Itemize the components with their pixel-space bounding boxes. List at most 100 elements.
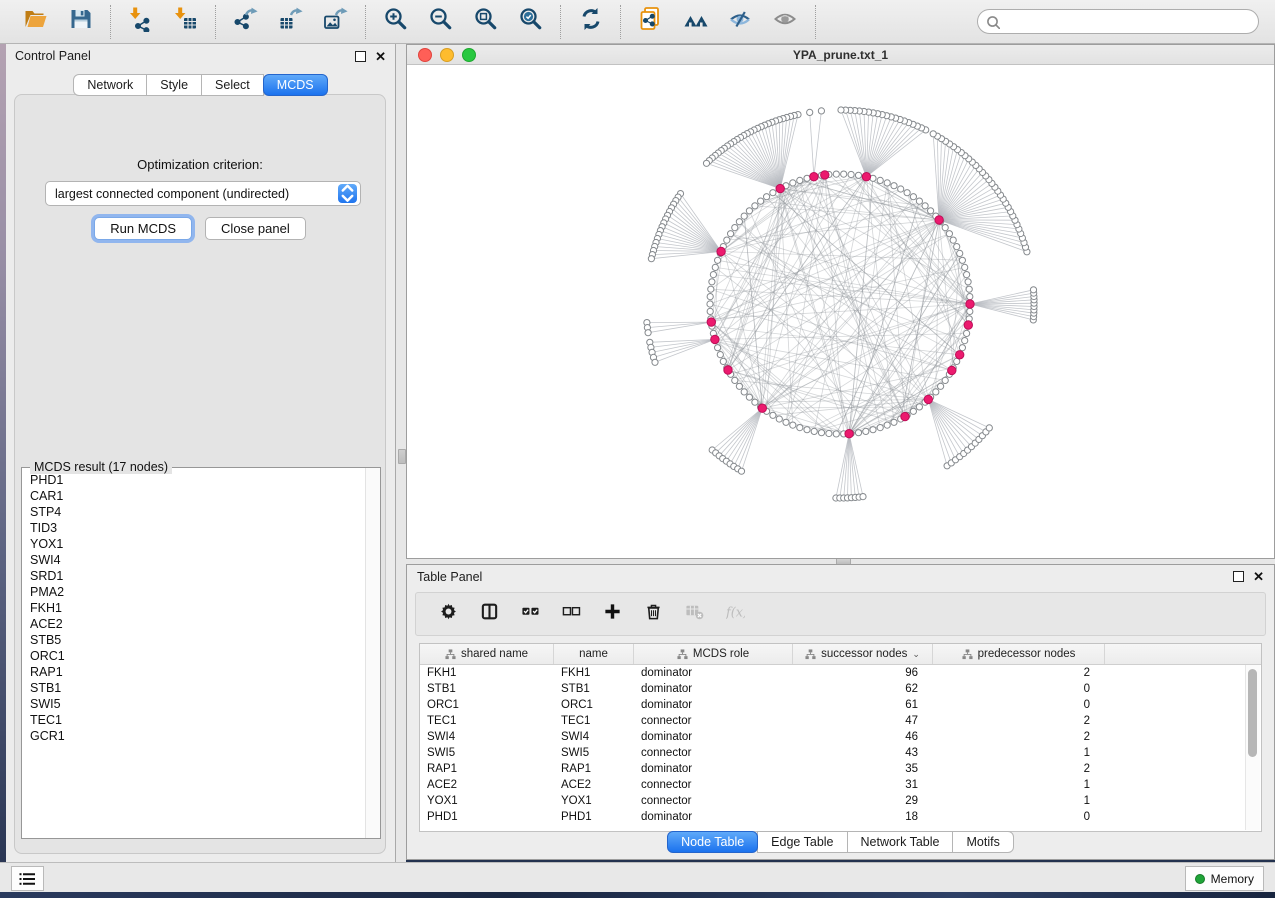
column-header-predecessor-nodes[interactable]: predecessor nodes (933, 644, 1105, 664)
tab-motifs[interactable]: Motifs (952, 831, 1013, 853)
mcds-result-scrollbar[interactable] (365, 468, 380, 838)
table-cell[interactable]: YOX1 (420, 795, 554, 807)
tab-select[interactable]: Select (201, 74, 264, 96)
table-row[interactable]: STB1STB1dominator620 (420, 681, 1261, 697)
mcds-result-item[interactable]: SWI4 (23, 552, 365, 568)
float-panel-icon[interactable] (355, 51, 366, 62)
table-row[interactable]: YOX1YOX1connector291 (420, 793, 1261, 809)
run-mcds-button[interactable]: Run MCDS (94, 217, 192, 240)
table-cell[interactable]: 46 (793, 731, 933, 743)
table-cell[interactable]: ORC1 (554, 699, 634, 711)
close-panel-icon[interactable]: ✕ (375, 52, 386, 61)
table-cell[interactable]: 0 (933, 699, 1105, 711)
column-header-shared-name[interactable]: shared name (420, 644, 554, 664)
table-cell[interactable]: FKH1 (554, 667, 634, 679)
export-network-button[interactable] (232, 8, 259, 35)
gear-button[interactable] (438, 604, 458, 624)
zoom-selected-button[interactable] (517, 8, 544, 35)
table-cell[interactable]: TEC1 (420, 715, 554, 727)
table-cell[interactable]: RAP1 (554, 763, 634, 775)
tab-mcds[interactable]: MCDS (263, 74, 328, 96)
table-cell[interactable]: dominator (634, 667, 793, 679)
delete-row-button[interactable] (643, 604, 663, 624)
table-cell[interactable]: ORC1 (420, 699, 554, 711)
mcds-result-item[interactable]: STB1 (23, 680, 365, 696)
table-cell[interactable]: 61 (793, 699, 933, 711)
table-row[interactable]: ORC1ORC1dominator610 (420, 697, 1261, 713)
mcds-result-item[interactable]: YOX1 (23, 536, 365, 552)
task-history-button[interactable] (11, 866, 44, 891)
network-window-titlebar[interactable]: YPA_prune.txt_1 (407, 45, 1274, 65)
table-row[interactable]: FKH1FKH1dominator962 (420, 665, 1261, 681)
open-session-button[interactable] (22, 8, 49, 35)
table-cell[interactable]: ACE2 (554, 779, 634, 791)
show-columns-button[interactable] (479, 604, 499, 624)
memory-button[interactable]: Memory (1185, 866, 1264, 891)
table-row[interactable]: TEC1TEC1connector472 (420, 713, 1261, 729)
column-header-name[interactable]: name (554, 644, 634, 664)
mcds-result-item[interactable]: CAR1 (23, 488, 365, 504)
criterion-dropdown[interactable]: largest connected component (undirected) (45, 181, 361, 206)
table-cell[interactable]: 29 (793, 795, 933, 807)
table-cell[interactable]: STB1 (420, 683, 554, 695)
table-cell[interactable]: connector (634, 747, 793, 759)
mcds-result-item[interactable]: STB5 (23, 632, 365, 648)
hide-graphics-button[interactable] (727, 8, 754, 35)
table-cell[interactable]: 2 (933, 715, 1105, 727)
table-cell[interactable]: SWI5 (420, 747, 554, 759)
table-cell[interactable]: FKH1 (420, 667, 554, 679)
table-cell[interactable]: 0 (933, 683, 1105, 695)
minimize-window-icon[interactable] (440, 48, 454, 62)
table-cell[interactable]: TEC1 (554, 715, 634, 727)
tab-node-table[interactable]: Node Table (667, 831, 758, 853)
mcds-result-item[interactable]: ORC1 (23, 648, 365, 664)
table-cell[interactable]: SWI4 (420, 731, 554, 743)
table-cell[interactable]: dominator (634, 731, 793, 743)
vertical-split-grip[interactable] (398, 449, 406, 464)
table-scrollbar-thumb[interactable] (1248, 669, 1257, 757)
tab-edge-table[interactable]: Edge Table (757, 831, 847, 853)
table-cell[interactable]: 1 (933, 747, 1105, 759)
export-image-button[interactable] (322, 8, 349, 35)
table-cell[interactable]: SWI4 (554, 731, 634, 743)
mcds-result-item[interactable]: PMA2 (23, 584, 365, 600)
export-table-button[interactable] (277, 8, 304, 35)
mcds-result-item[interactable]: RAP1 (23, 664, 365, 680)
mcds-result-item[interactable]: GCR1 (23, 728, 365, 744)
search-field[interactable] (977, 9, 1259, 34)
destroy-table-button[interactable] (684, 604, 704, 624)
table-row[interactable]: SWI4SWI4dominator462 (420, 729, 1261, 745)
table-cell[interactable]: 31 (793, 779, 933, 791)
table-cell[interactable]: dominator (634, 699, 793, 711)
column-header-MCDS-role[interactable]: MCDS role (634, 644, 793, 664)
table-cell[interactable]: 0 (933, 811, 1105, 823)
show-graphics-button[interactable] (772, 8, 799, 35)
table-cell[interactable]: 2 (933, 731, 1105, 743)
table-cell[interactable]: 1 (933, 795, 1105, 807)
table-cell[interactable]: connector (634, 779, 793, 791)
table-cell[interactable]: connector (634, 715, 793, 727)
maximize-window-icon[interactable] (462, 48, 476, 62)
mcds-result-item[interactable]: FKH1 (23, 600, 365, 616)
table-cell[interactable]: ACE2 (420, 779, 554, 791)
table-cell[interactable]: dominator (634, 683, 793, 695)
float-table-panel-icon[interactable] (1233, 571, 1244, 582)
mcds-result-item[interactable]: TEC1 (23, 712, 365, 728)
table-cell[interactable]: 47 (793, 715, 933, 727)
table-cell[interactable]: 96 (793, 667, 933, 679)
refresh-button[interactable] (577, 8, 604, 35)
table-scrollbar[interactable] (1245, 665, 1260, 830)
table-cell[interactable]: 1 (933, 779, 1105, 791)
document-share-button[interactable] (637, 8, 664, 35)
table-cell[interactable]: STB1 (554, 683, 634, 695)
table-row[interactable]: ACE2ACE2connector311 (420, 777, 1261, 793)
mcds-result-item[interactable]: SWI5 (23, 696, 365, 712)
table-cell[interactable]: PHD1 (420, 811, 554, 823)
table-cell[interactable]: 2 (933, 763, 1105, 775)
table-cell[interactable]: SWI5 (554, 747, 634, 759)
table-cell[interactable]: RAP1 (420, 763, 554, 775)
column-header-successor-nodes[interactable]: successor nodes⌄ (793, 644, 933, 664)
save-session-button[interactable] (67, 8, 94, 35)
deselect-all-button[interactable] (561, 604, 581, 624)
table-cell[interactable]: YOX1 (554, 795, 634, 807)
